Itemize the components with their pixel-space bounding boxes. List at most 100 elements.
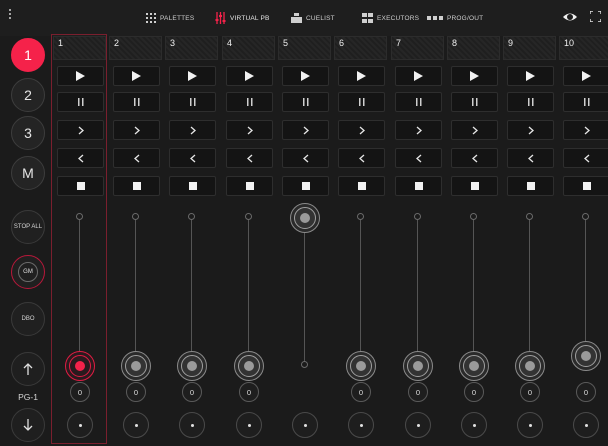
go-button[interactable] (57, 66, 104, 86)
grand-master-button[interactable]: GM (11, 255, 45, 289)
back-button[interactable] (282, 148, 329, 168)
playback-header[interactable]: 2 (109, 36, 162, 60)
go-button[interactable] (563, 66, 608, 86)
next-button[interactable] (282, 120, 329, 140)
more-options-button[interactable] (461, 412, 487, 438)
page-2-button[interactable]: 2 (11, 78, 45, 112)
back-button[interactable] (169, 148, 216, 168)
stop-button[interactable] (451, 176, 498, 196)
stop-button[interactable] (226, 176, 273, 196)
go-button[interactable] (226, 66, 273, 86)
next-button[interactable] (113, 120, 160, 140)
go-button[interactable] (338, 66, 385, 86)
playback-header[interactable]: 6 (334, 36, 387, 60)
back-button[interactable] (507, 148, 554, 168)
next-button[interactable] (226, 120, 273, 140)
fader-knob[interactable] (290, 203, 320, 233)
playback-header[interactable]: 10 (559, 36, 608, 60)
fader-track[interactable] (248, 218, 249, 366)
more-options-button[interactable] (405, 412, 431, 438)
next-button[interactable] (395, 120, 442, 140)
playback-header[interactable]: 5 (278, 36, 331, 60)
fader-track[interactable] (473, 218, 474, 366)
playback-value-button[interactable]: 0 (576, 382, 596, 402)
nav-cuelist[interactable]: CUELIST (291, 11, 335, 25)
nav-palettes[interactable]: PALETTES (146, 11, 194, 25)
page-down-button[interactable] (11, 408, 45, 442)
fader-track[interactable] (360, 218, 361, 366)
playback-value-button[interactable]: 0 (70, 382, 90, 402)
fader-track[interactable] (529, 218, 530, 366)
go-button[interactable] (451, 66, 498, 86)
playback-value-button[interactable]: 0 (182, 382, 202, 402)
go-button[interactable] (507, 66, 554, 86)
fader-knob[interactable] (515, 351, 545, 381)
stop-button[interactable] (338, 176, 385, 196)
fader-knob[interactable] (177, 351, 207, 381)
playback-value-button[interactable]: 0 (239, 382, 259, 402)
page-3-button[interactable]: 3 (11, 116, 45, 150)
playback-header[interactable]: 8 (447, 36, 500, 60)
next-button[interactable] (338, 120, 385, 140)
pause-button[interactable] (282, 92, 329, 112)
stop-button[interactable] (57, 176, 104, 196)
next-button[interactable] (451, 120, 498, 140)
more-options-button[interactable] (67, 412, 93, 438)
nav-virtual-pb[interactable]: VIRTUAL PB (215, 11, 270, 25)
go-button[interactable] (113, 66, 160, 86)
playback-header[interactable]: 1 (53, 36, 106, 60)
pause-button[interactable] (338, 92, 385, 112)
fader-knob[interactable] (459, 351, 489, 381)
pause-button[interactable] (563, 92, 608, 112)
next-button[interactable] (169, 120, 216, 140)
page-1-button[interactable]: 1 (11, 38, 45, 72)
page-up-button[interactable] (11, 352, 45, 386)
more-options-button[interactable] (573, 412, 599, 438)
eye-icon[interactable] (562, 10, 578, 24)
nav-prog-out[interactable]: PROG/OUT (427, 11, 483, 25)
nav-executors[interactable]: EXECUTORS (362, 11, 419, 25)
pause-button[interactable] (113, 92, 160, 112)
stop-button[interactable] (395, 176, 442, 196)
go-button[interactable] (395, 66, 442, 86)
stop-button[interactable] (507, 176, 554, 196)
pause-button[interactable] (57, 92, 104, 112)
stop-button[interactable] (113, 176, 160, 196)
fader-knob[interactable] (346, 351, 376, 381)
go-button[interactable] (169, 66, 216, 86)
stop-button[interactable] (169, 176, 216, 196)
more-options-button[interactable] (292, 412, 318, 438)
playback-header[interactable]: 7 (391, 36, 444, 60)
more-options-button[interactable] (179, 412, 205, 438)
stop-button[interactable] (563, 176, 608, 196)
more-options-button[interactable] (517, 412, 543, 438)
dbo-button[interactable]: DBO (11, 302, 45, 336)
more-options-button[interactable] (348, 412, 374, 438)
pause-button[interactable] (451, 92, 498, 112)
back-button[interactable] (451, 148, 498, 168)
back-button[interactable] (57, 148, 104, 168)
next-button[interactable] (507, 120, 554, 140)
back-button[interactable] (395, 148, 442, 168)
fader-track[interactable] (304, 218, 305, 366)
fader-track[interactable] (135, 218, 136, 366)
fader-knob[interactable] (571, 340, 601, 371)
back-button[interactable] (113, 148, 160, 168)
fullscreen-icon[interactable] (590, 11, 601, 22)
kebab-menu-icon[interactable] (4, 9, 16, 27)
stop-button[interactable] (282, 176, 329, 196)
playback-value-button[interactable]: 0 (408, 382, 428, 402)
more-options-button[interactable] (236, 412, 262, 438)
fader-track[interactable] (191, 218, 192, 366)
playback-value-button[interactable]: 0 (126, 382, 146, 402)
next-button[interactable] (57, 120, 104, 140)
next-button[interactable] (563, 120, 608, 140)
page-m-button[interactable]: M (11, 156, 45, 190)
playback-value-button[interactable]: 0 (464, 382, 484, 402)
stop-all-button[interactable]: STOP ALL (11, 210, 45, 244)
fader-knob[interactable] (65, 351, 95, 381)
back-button[interactable] (338, 148, 385, 168)
fader-knob[interactable] (234, 351, 264, 381)
fader-knob[interactable] (403, 351, 433, 381)
playback-header[interactable]: 4 (222, 36, 275, 60)
